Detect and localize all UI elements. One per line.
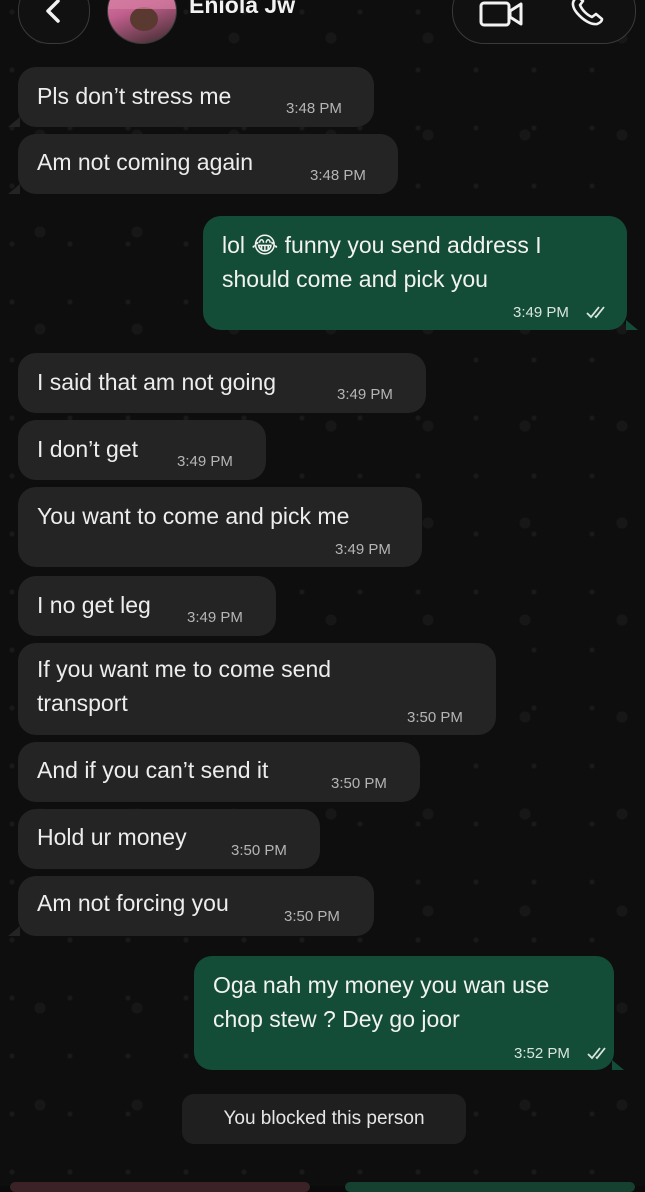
bubble-tail — [626, 320, 638, 330]
message-text: And if you can’t send it — [37, 757, 269, 783]
bubble-tail — [8, 184, 20, 194]
avatar[interactable] — [107, 0, 177, 44]
message-text: Oga nah my money you wan use chop stew ?… — [213, 972, 550, 1032]
message-text: Pls don’t stress me — [37, 83, 232, 109]
message-time: 3:48 PM — [286, 100, 342, 117]
bottom-left-button[interactable] — [10, 1182, 310, 1192]
message-bubble-outgoing[interactable]: Oga nah my money you wan use chop stew ?… — [194, 956, 614, 1070]
message-bubble-incoming[interactable]: I no get leg 3:49 PM — [18, 576, 276, 636]
message-text: Am not coming again — [37, 149, 254, 175]
message-time: 3:49 PM — [177, 453, 233, 470]
message-time: 3:50 PM — [231, 842, 287, 859]
chat-header: Eniola Jw — [0, 0, 645, 52]
message-text: I said that am not going — [37, 369, 277, 395]
message-time: 3:52 PM — [514, 1045, 570, 1062]
message-text: If you want me to come send transport — [37, 656, 332, 716]
phone-icon[interactable] — [569, 0, 605, 27]
double-check-icon — [587, 1047, 606, 1060]
double-check-icon — [586, 306, 605, 319]
message-text: I don’t get — [37, 436, 139, 462]
message-time: 3:48 PM — [310, 167, 366, 184]
bottom-bar — [0, 1150, 645, 1192]
message-bubble-incoming[interactable]: And if you can’t send it 3:50 PM — [18, 742, 420, 802]
message-time: 3:49 PM — [337, 386, 393, 403]
message-time: 3:49 PM — [187, 609, 243, 626]
contact-name[interactable]: Eniola Jw — [189, 0, 295, 19]
bubble-tail — [612, 1060, 624, 1070]
blocked-notice[interactable]: You blocked this person — [182, 1094, 466, 1144]
bubble-tail — [8, 926, 20, 936]
message-bubble-outgoing[interactable]: lol 😂 funny you send address I should co… — [203, 216, 627, 330]
back-button[interactable] — [18, 0, 90, 44]
bubble-tail — [8, 117, 20, 127]
message-time: 3:50 PM — [407, 709, 463, 726]
message-text: You want to come and pick me — [37, 503, 350, 529]
message-text: Hold ur money — [37, 824, 187, 850]
message-time: 3:49 PM — [513, 304, 569, 321]
message-text: lol 😂 funny you send address I should co… — [222, 232, 542, 292]
message-bubble-incoming[interactable]: Am not coming again 3:48 PM — [18, 134, 398, 194]
video-camera-icon[interactable] — [479, 1, 523, 27]
message-bubble-incoming[interactable]: I don’t get 3:49 PM — [18, 420, 266, 480]
message-time: 3:50 PM — [284, 908, 340, 925]
message-bubble-incoming[interactable]: You want to come and pick me 3:49 PM — [18, 487, 422, 567]
message-text: I no get leg — [37, 592, 151, 618]
call-actions — [452, 0, 636, 44]
message-bubble-incoming[interactable]: Pls don’t stress me 3:48 PM — [18, 67, 374, 127]
message-bubble-incoming[interactable]: I said that am not going 3:49 PM — [18, 353, 426, 413]
message-bubble-incoming[interactable]: Am not forcing you 3:50 PM — [18, 876, 374, 936]
bottom-right-button[interactable] — [345, 1182, 635, 1192]
message-bubble-incoming[interactable]: Hold ur money 3:50 PM — [18, 809, 320, 869]
chevron-left-icon — [46, 0, 60, 23]
message-time: 3:50 PM — [331, 775, 387, 792]
message-time: 3:49 PM — [335, 541, 391, 558]
message-text: Am not forcing you — [37, 890, 229, 916]
message-bubble-incoming[interactable]: If you want me to come send transport 3:… — [18, 643, 496, 735]
